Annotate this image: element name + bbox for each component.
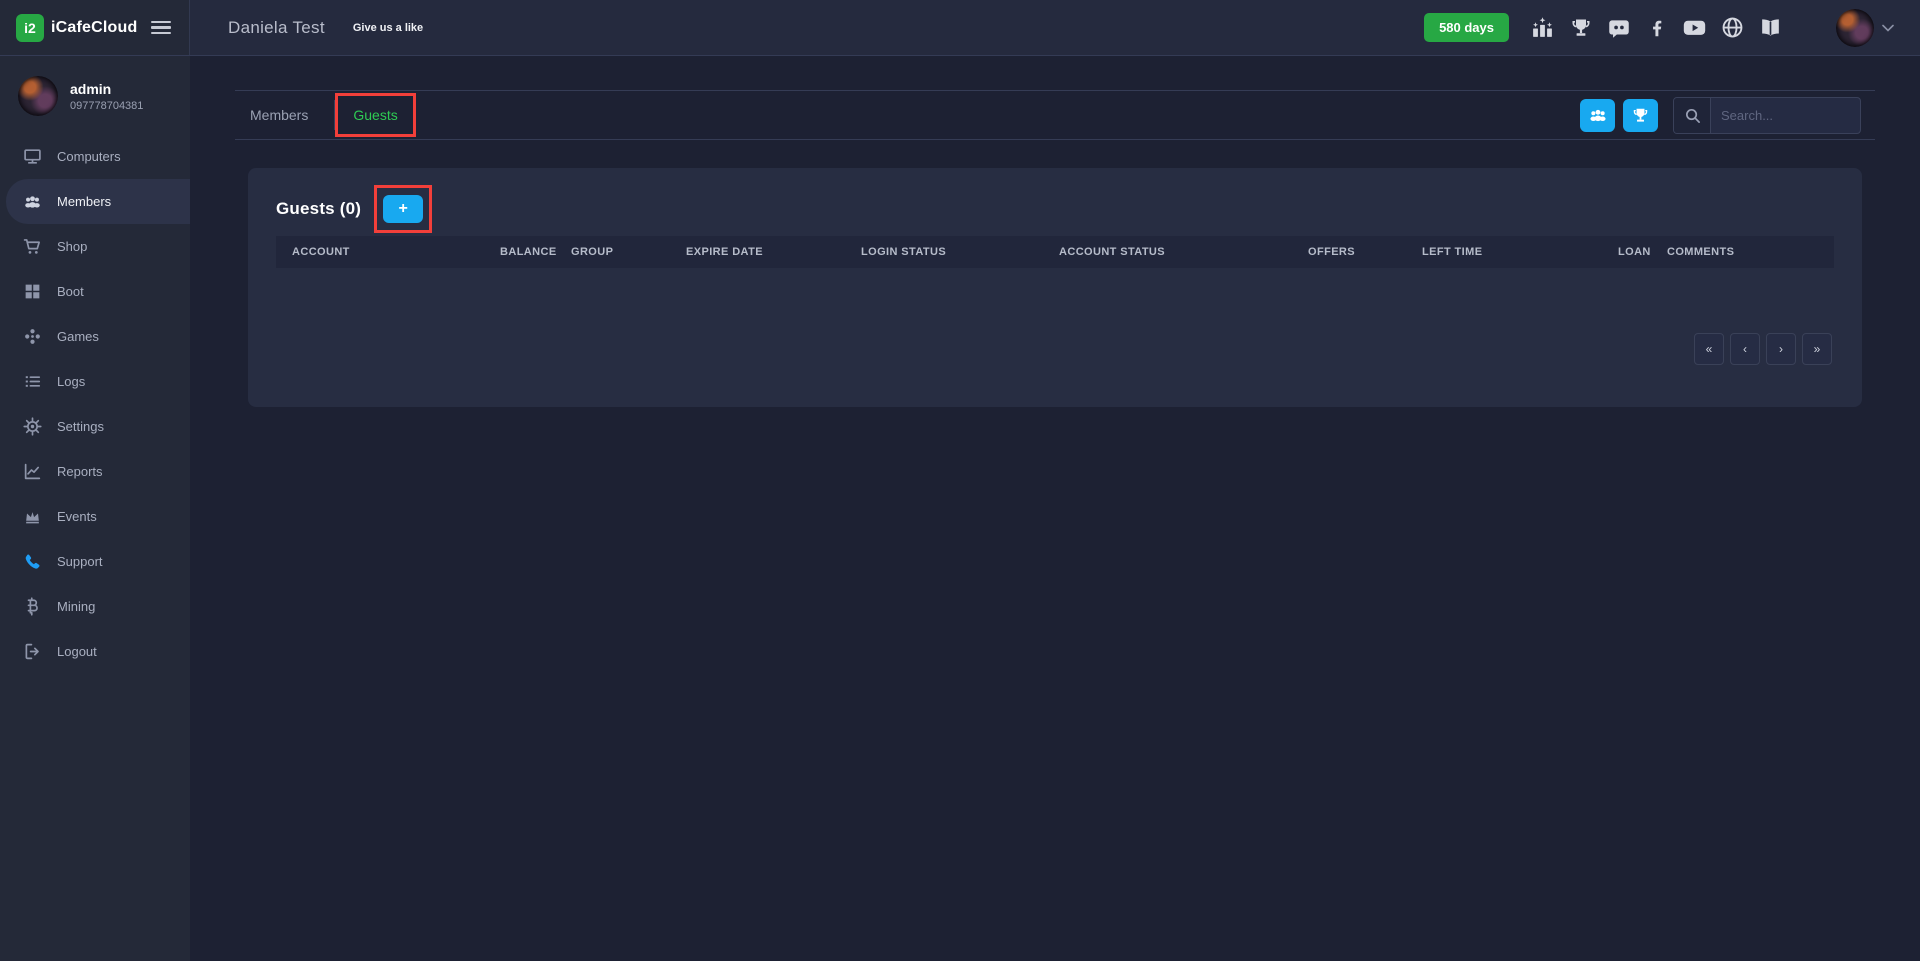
tabs-toolbar: Members Guests [235, 90, 1875, 140]
trophy-view-button[interactable] [1623, 99, 1658, 132]
chevron-down-icon [1882, 24, 1894, 32]
youtube-icon[interactable] [1681, 14, 1708, 41]
sidebar-item-support[interactable]: Support [0, 539, 190, 584]
sidebar-item-label: Reports [57, 464, 103, 479]
sidebar-item-boot[interactable]: Boot [0, 269, 190, 314]
sidebar-item-label: Computers [57, 149, 121, 164]
ranking-icon[interactable] [1529, 14, 1556, 41]
chart-icon [23, 462, 42, 481]
windows-icon [23, 282, 42, 301]
sidebar-item-label: Settings [57, 419, 104, 434]
topbar-icons [1529, 14, 1784, 41]
column-header-left-time: LEFT TIME [1422, 236, 1618, 268]
sidebar-item-label: Mining [57, 599, 95, 614]
column-header-expire-date: EXPIRE DATE [686, 236, 861, 268]
column-header-account: ACCOUNT [276, 236, 500, 268]
app-logo-icon: i2 [16, 14, 44, 42]
table-empty-space [276, 268, 1834, 333]
app-logo-text: iCafeCloud [51, 19, 137, 37]
sidebar-item-label: Games [57, 329, 99, 344]
logout-icon [23, 642, 42, 661]
members-view-button[interactable] [1580, 99, 1615, 132]
table-header-row: ACCOUNT BALANCE GROUP EXPIRE DATE LOGIN … [276, 236, 1834, 268]
sidebar-user-phone: 097778704381 [70, 100, 143, 112]
toolbar-right [1580, 97, 1861, 134]
guide-book-icon[interactable] [1757, 14, 1784, 41]
sidebar-item-events[interactable]: Events [0, 494, 190, 539]
add-guest-button[interactable]: + [383, 195, 423, 223]
user-avatar[interactable] [1836, 9, 1874, 47]
give-us-a-like-link[interactable]: Give us a like [353, 22, 423, 34]
sidebar-item-label: Events [57, 509, 97, 524]
bitcoin-icon [23, 597, 42, 616]
sidebar-item-settings[interactable]: Settings [0, 404, 190, 449]
sidebar-item-label: Logs [57, 374, 85, 389]
sidebar-item-mining[interactable]: Mining [0, 584, 190, 629]
sidebar-item-label: Logout [57, 644, 97, 659]
app-window: i2 iCafeCloud Daniela Test Give us a lik… [0, 0, 1920, 961]
pagination-prev-button[interactable]: ‹ [1730, 333, 1760, 365]
discord-icon[interactable] [1605, 14, 1632, 41]
sidebar-item-label: Support [57, 554, 103, 569]
pagination-next-button[interactable]: › [1766, 333, 1796, 365]
monitor-icon [23, 147, 42, 166]
pagination-last-button[interactable]: » [1802, 333, 1832, 365]
sidebar-item-label: Boot [57, 284, 84, 299]
brand: i2 iCafeCloud [0, 0, 190, 55]
cart-icon [23, 237, 42, 256]
days-remaining-button[interactable]: 580 days [1424, 13, 1509, 42]
topbar-right: 580 days [1424, 9, 1920, 47]
user-menu[interactable] [1836, 9, 1894, 47]
topbar: i2 iCafeCloud Daniela Test Give us a lik… [0, 0, 1920, 56]
gamepad-icon [23, 327, 42, 346]
sidebar-user-name: admin [70, 81, 143, 97]
search-input[interactable] [1711, 108, 1861, 123]
sidebar-item-games[interactable]: Games [0, 314, 190, 359]
phone-icon [23, 552, 42, 571]
members-icon [23, 192, 42, 211]
column-header-group: GROUP [571, 236, 686, 268]
sidebar-nav: Computers Members Shop [0, 134, 190, 674]
pagination-first-button[interactable]: « [1694, 333, 1724, 365]
guests-table: ACCOUNT BALANCE GROUP EXPIRE DATE LOGIN … [276, 236, 1834, 268]
sidebar-item-label: Members [57, 194, 111, 209]
sidebar-user-block: admin 097778704381 [0, 72, 190, 134]
column-header-account-status: ACCOUNT STATUS [1059, 236, 1308, 268]
sidebar-user-avatar [18, 76, 58, 116]
tab-guests-wrap: Guests [335, 107, 415, 123]
crown-icon [23, 507, 42, 526]
sidebar-item-logs[interactable]: Logs [0, 359, 190, 404]
sidebar-item-label: Shop [57, 239, 87, 254]
search-icon [1674, 98, 1711, 133]
trophy-icon[interactable] [1567, 14, 1594, 41]
globe-icon[interactable] [1719, 14, 1746, 41]
column-header-comments: COMMENTS [1667, 236, 1834, 268]
sidebar-item-logout[interactable]: Logout [0, 629, 190, 674]
list-icon [23, 372, 42, 391]
column-header-balance: BALANCE [500, 236, 571, 268]
column-header-login-status: LOGIN STATUS [861, 236, 1059, 268]
facebook-icon[interactable] [1643, 14, 1670, 41]
search-box [1673, 97, 1861, 134]
sidebar-item-shop[interactable]: Shop [0, 224, 190, 269]
hamburger-menu-icon[interactable] [151, 18, 171, 38]
guests-card: Guests (0) + ACCOUNT BALANCE GROU [248, 168, 1862, 407]
add-guest-wrap: + [383, 195, 423, 223]
gear-icon [23, 417, 42, 436]
sidebar-item-members[interactable]: Members [6, 179, 190, 224]
tab-members[interactable]: Members [250, 107, 334, 123]
sidebar-item-reports[interactable]: Reports [0, 449, 190, 494]
page-title: Daniela Test [228, 18, 325, 38]
column-header-loan: LOAN [1618, 236, 1667, 268]
column-header-offers: OFFERS [1308, 236, 1422, 268]
sidebar-item-computers[interactable]: Computers [0, 134, 190, 179]
card-title: Guests (0) [276, 199, 361, 219]
pagination: « ‹ › » [276, 333, 1834, 365]
sidebar: admin 097778704381 Computers Members [0, 56, 190, 961]
tab-guests[interactable]: Guests [353, 107, 397, 123]
main-content: Members Guests [190, 56, 1920, 961]
